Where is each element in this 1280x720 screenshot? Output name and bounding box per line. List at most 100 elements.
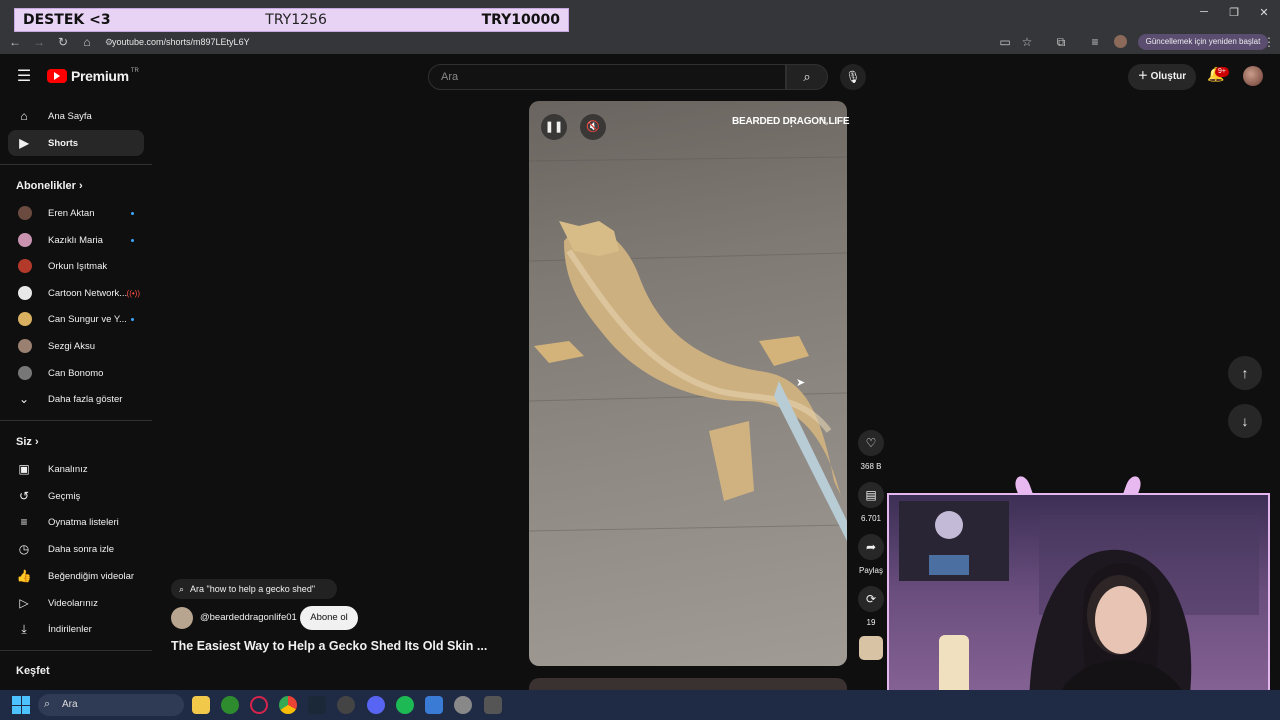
video-title[interactable]: The Easiest Way to Help a Gecko Shed Its… (171, 639, 487, 653)
comment-button[interactable]: ▤ (858, 482, 884, 508)
sidebar-sub-item[interactable]: Can Sungur ve Y... (8, 306, 146, 332)
channel-avatar (18, 206, 32, 220)
sidebar-sub-item[interactable]: Orkun Işıtmak (8, 253, 146, 279)
url-field[interactable]: youtube.com/shorts/m897LEtyL6Y (112, 34, 992, 50)
home-icon: ⌂ (20, 109, 28, 123)
sidebar-sub-item[interactable]: Sezgi Aksu (8, 333, 146, 359)
chevron-down-icon: ⌄ (18, 392, 30, 406)
opera-icon[interactable] (250, 696, 268, 714)
mute-button[interactable]: 🔇 (580, 114, 606, 140)
like-button[interactable]: ♡ (858, 430, 884, 456)
show-more-button[interactable]: ⌄ Daha fazla göster (8, 386, 144, 412)
sidebar-sub-label: Can Bonomo (48, 367, 104, 379)
overlay-mid: TRY1256 (265, 12, 327, 28)
reading-list-icon[interactable]: ≡ (1086, 34, 1104, 50)
sidebar-sub-item[interactable]: Kazıklı Maria (8, 227, 146, 253)
obs-icon[interactable] (337, 696, 355, 714)
sidebar-item-channel[interactable]: ▣ Kanalınız (8, 456, 144, 482)
share-button[interactable]: ➦ (858, 534, 884, 560)
hamburger-menu-icon[interactable]: ☰ (14, 68, 34, 86)
sidebar-sub-item[interactable]: Can Bonomo (8, 360, 146, 386)
sidebar-sub-label: Eren Aktan (48, 207, 95, 219)
download-icon: ⤓ (21, 621, 27, 636)
comment-icon: ▤ (865, 488, 877, 502)
clock-icon: ◷ (18, 542, 30, 556)
sidebar-item-label: Kanalınız (48, 463, 88, 475)
audio-thumbnail[interactable] (859, 636, 883, 660)
settings-icon[interactable] (454, 696, 472, 714)
remix-button[interactable]: ⟳ (858, 586, 884, 612)
sidebar-item-watch-later[interactable]: ◷ Daha sonra izle (8, 536, 144, 562)
sidebar-item-label: Daha sonra izle (48, 543, 115, 555)
share-icon: ➦ (865, 540, 877, 554)
sidebar-sub-item[interactable]: Cartoon Network... ((•)) (8, 280, 146, 306)
sidebar-item-liked[interactable]: 👍 Beğendiğim videolar (8, 563, 144, 589)
history-icon: ↺ (18, 489, 30, 503)
sidebar-item-label: Ana Sayfa (48, 110, 92, 122)
browser-menu-icon[interactable]: ⋮ (1260, 34, 1278, 50)
pause-button[interactable]: ❚❚ (541, 114, 567, 140)
search-input[interactable]: Ara (428, 64, 786, 90)
new-content-dot (131, 317, 134, 321)
discord-icon[interactable] (367, 696, 385, 714)
new-content-dot (131, 211, 134, 215)
more-options-icon[interactable]: ⋮ (786, 116, 797, 129)
update-button[interactable]: Güncellemek için yeniden başlat (1138, 34, 1268, 50)
search-icon: ⌕ (179, 583, 185, 594)
you-header[interactable]: Siz › (16, 436, 39, 448)
fullscreen-icon[interactable]: ⤡ (820, 116, 828, 127)
previous-short-button[interactable]: ↑ (1228, 356, 1262, 390)
channel-avatar[interactable] (171, 607, 193, 629)
overlay-right: TRY10000 (481, 12, 560, 28)
sidebar-sub-item[interactable]: Eren Aktan (8, 200, 146, 226)
forward-icon[interactable]: → (30, 34, 48, 50)
calculator-icon[interactable] (484, 696, 502, 714)
search-suggestion-chip[interactable]: ⌕ Ara "how to help a gecko shed" (171, 579, 337, 599)
sidebar-item-label: Beğendiğim videolar (48, 570, 135, 582)
sidebar-item-playlists[interactable]: ≡ Oynatma listeleri (8, 509, 144, 535)
mute-icon: 🔇 (586, 121, 600, 133)
close-icon[interactable]: ✕ (1254, 6, 1274, 22)
sidebar-item-your-videos[interactable]: ▷ Videolarınız (8, 590, 144, 616)
sidebar-item-label: İndirilenler (48, 623, 92, 635)
channel-avatar (18, 233, 32, 247)
channel-avatar (18, 259, 32, 273)
app-icon[interactable] (425, 696, 443, 714)
profile-avatar[interactable] (1114, 35, 1127, 48)
windows-start-icon[interactable] (12, 696, 30, 714)
reload-icon[interactable]: ↻ (54, 34, 72, 50)
sidebar-item-label: Shorts (48, 137, 79, 149)
sidebar-item-history[interactable]: ↺ Geçmiş (8, 483, 144, 509)
spotify-icon[interactable] (396, 696, 414, 714)
sidebar-sub-label: Kazıklı Maria (48, 234, 103, 246)
divider (0, 420, 152, 421)
notification-badge: 9+ (1215, 67, 1229, 77)
maximize-icon[interactable]: ❐ (1224, 6, 1244, 22)
sidebar-item-downloads[interactable]: ⤓ İndirilenler (8, 616, 144, 642)
taskbar-search[interactable]: Ara (38, 694, 184, 716)
youtube-logo[interactable]: Premium TR (47, 68, 139, 84)
home-browser-icon[interactable]: ⌂ (78, 34, 96, 50)
subscriptions-header[interactable]: Abonelikler › (16, 180, 83, 192)
star-icon[interactable]: ☆ (1018, 34, 1036, 50)
channel-name[interactable]: @beardeddragonlife01 (200, 612, 297, 623)
sidebar-item-shorts[interactable]: ▶ Shorts (8, 130, 144, 156)
account-avatar[interactable] (1243, 66, 1263, 86)
create-button[interactable]: ＋ Oluştur (1128, 64, 1196, 90)
cast-icon[interactable]: ▭ (996, 34, 1014, 50)
logo-text: Premium (71, 68, 129, 84)
steam-icon[interactable] (308, 696, 326, 714)
xbox-icon[interactable] (221, 696, 239, 714)
sidebar-item-label: Oynatma listeleri (48, 516, 119, 528)
file-explorer-icon[interactable] (192, 696, 210, 714)
chrome-icon[interactable] (279, 696, 297, 714)
show-more-label: Daha fazla göster (48, 393, 123, 405)
search-button[interactable]: ⌕ (786, 64, 828, 90)
subscribe-button[interactable]: Abone ol (300, 606, 358, 630)
back-icon[interactable]: ← (6, 34, 24, 50)
minimize-icon[interactable]: ─ (1194, 6, 1214, 22)
next-short-button[interactable]: ↓ (1228, 404, 1262, 438)
extensions-icon[interactable]: ⧉ (1052, 34, 1070, 50)
sidebar-item-home[interactable]: ⌂ Ana Sayfa (8, 103, 144, 129)
mic-icon[interactable]: 🎙 (840, 64, 866, 90)
